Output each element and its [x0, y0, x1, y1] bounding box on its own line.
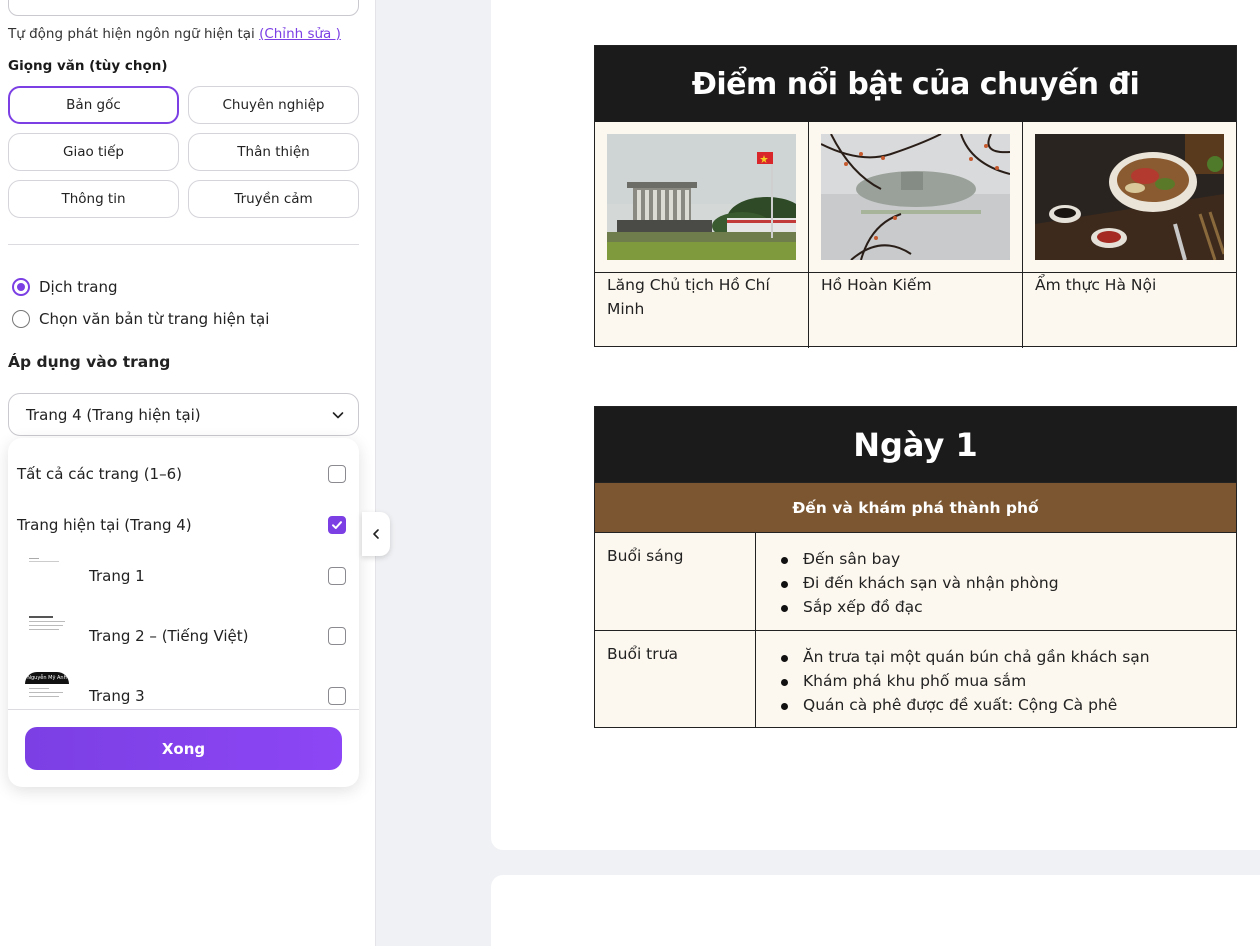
tone-professional-button[interactable]: Chuyên nghiệp — [188, 86, 359, 124]
dropdown-item-label: Trang 2 – (Tiếng Việt) — [89, 627, 249, 645]
highlight-cell: Lăng Chủ tịch Hồ Chí Minh — [595, 122, 809, 348]
translate-page-label: Dịch trang — [39, 278, 118, 296]
checkbox-checked[interactable] — [328, 516, 346, 534]
tone-casual-button[interactable]: Giao tiếp — [8, 133, 179, 171]
page-2-thumbnail — [25, 616, 69, 646]
select-text-label: Chọn văn bản từ trang hiện tại — [39, 310, 270, 328]
dropdown-item-page-3[interactable]: Nguyễn Mỹ Anh Trang 3 — [8, 672, 359, 708]
schedule-time: Buổi trưa — [607, 645, 678, 663]
highlights-title: Điểm nổi bật của chuyến đi — [595, 46, 1236, 122]
dropdown-item-label: Tất cả các trang (1–6) — [17, 465, 182, 483]
dropdown-item-all-pages[interactable]: Tất cả các trang (1–6) — [8, 462, 359, 486]
auto-detect-text: Tự động phát hiện ngôn ngữ hiện tại — [8, 26, 260, 42]
dropdown-divider — [8, 709, 359, 710]
schedule-list: Ăn trưa tại một quán bún chả gần khách s… — [781, 645, 1150, 717]
check-icon — [332, 521, 342, 529]
page-select-value: Trang 4 (Trang hiện tại) — [26, 405, 201, 424]
list-item: Ăn trưa tại một quán bún chả gần khách s… — [781, 645, 1150, 669]
column-divider — [755, 533, 756, 631]
page-select[interactable]: Trang 4 (Trang hiện tại) — [8, 393, 359, 436]
page-3-thumbnail: Nguyễn Mỹ Anh — [25, 672, 69, 706]
tone-original-button[interactable]: Bản gốc — [8, 86, 179, 124]
schedule-time: Buổi sáng — [607, 547, 684, 565]
day-title: Ngày 1 — [595, 407, 1236, 482]
highlight-caption: Lăng Chủ tịch Hồ Chí Minh — [607, 276, 770, 318]
day-1-table: Ngày 1 Đến và khám phá thành phố Buổi sá… — [594, 406, 1237, 728]
chevron-down-icon — [332, 411, 344, 418]
dropdown-item-label: Trang hiện tại (Trang 4) — [17, 516, 192, 534]
tone-friendly-button[interactable]: Thân thiện — [188, 133, 359, 171]
schedule-row-noon: Buổi trưa Ăn trưa tại một quán bún chả g… — [595, 630, 1236, 727]
dropdown-item-label: Trang 1 — [89, 567, 145, 585]
page-1-thumbnail — [25, 558, 69, 588]
radio-checked-icon[interactable] — [12, 278, 30, 296]
divider — [8, 244, 359, 245]
dropdown-item-page-1[interactable]: Trang 1 — [8, 558, 359, 588]
checkbox[interactable] — [328, 465, 346, 483]
translate-page-option[interactable]: Dịch trang — [12, 278, 118, 296]
mausoleum-photo — [607, 134, 796, 260]
list-item: Đi đến khách sạn và nhận phòng — [781, 571, 1059, 595]
page-dropdown: Tất cả các trang (1–6) Trang hiện tại (T… — [8, 438, 359, 787]
list-item: Khám phá khu phố mua sắm — [781, 669, 1150, 693]
checkbox[interactable] — [328, 687, 346, 705]
list-item: Đến sân bay — [781, 547, 1059, 571]
dropdown-item-page-2[interactable]: Trang 2 – (Tiếng Việt) — [8, 616, 359, 648]
dropdown-item-current-page[interactable]: Trang hiện tại (Trang 4) — [8, 513, 359, 537]
highlight-caption: Hồ Hoàn Kiếm — [821, 276, 932, 294]
done-button[interactable]: Xong — [25, 727, 342, 770]
language-input[interactable] — [8, 0, 359, 16]
pho-photo — [1035, 134, 1224, 260]
page-3-thumbnail-title: Nguyễn Mỹ Anh — [25, 672, 69, 684]
dropdown-item-label: Trang 3 — [89, 687, 145, 705]
tone-label: Giọng văn (tùy chọn) — [8, 58, 168, 74]
document-next-page — [491, 875, 1260, 946]
highlight-cell: Hồ Hoàn Kiếm — [808, 122, 1022, 348]
highlight-cell: Ẩm thực Hà Nội — [1022, 122, 1236, 348]
highlight-caption: Ẩm thực Hà Nội — [1035, 276, 1157, 294]
radio-unchecked-icon[interactable] — [12, 310, 30, 328]
lake-photo — [821, 134, 1010, 260]
tone-informative-button[interactable]: Thông tin — [8, 180, 179, 218]
collapse-panel-button[interactable] — [362, 512, 390, 556]
translate-panel: Tự động phát hiện ngôn ngữ hiện tại (Chỉ… — [0, 0, 376, 946]
checkbox[interactable] — [328, 567, 346, 585]
checkbox[interactable] — [328, 627, 346, 645]
list-item: Quán cà phê được đề xuất: Cộng Cà phê — [781, 693, 1150, 717]
apply-to-page-label: Áp dụng vào trang — [8, 353, 171, 371]
column-divider — [755, 631, 756, 727]
select-text-option[interactable]: Chọn văn bản từ trang hiện tại — [12, 310, 269, 328]
day-subtitle: Đến và khám phá thành phố — [595, 482, 1236, 532]
schedule-row-morning: Buổi sáng Đến sân bay Đi đến khách sạn v… — [595, 532, 1236, 631]
chevron-left-icon — [373, 529, 379, 539]
schedule-list: Đến sân bay Đi đến khách sạn và nhận phò… — [781, 547, 1059, 619]
edit-language-link[interactable]: (Chỉnh sửa ) — [259, 26, 341, 42]
list-item: Sắp xếp đồ đạc — [781, 595, 1059, 619]
highlights-table: Điểm nổi bật của chuyến đi Lăng Chủ tịch… — [594, 45, 1237, 348]
tone-inspiring-button[interactable]: Truyền cảm — [188, 180, 359, 218]
auto-detect-note: Tự động phát hiện ngôn ngữ hiện tại (Chỉ… — [8, 26, 341, 42]
